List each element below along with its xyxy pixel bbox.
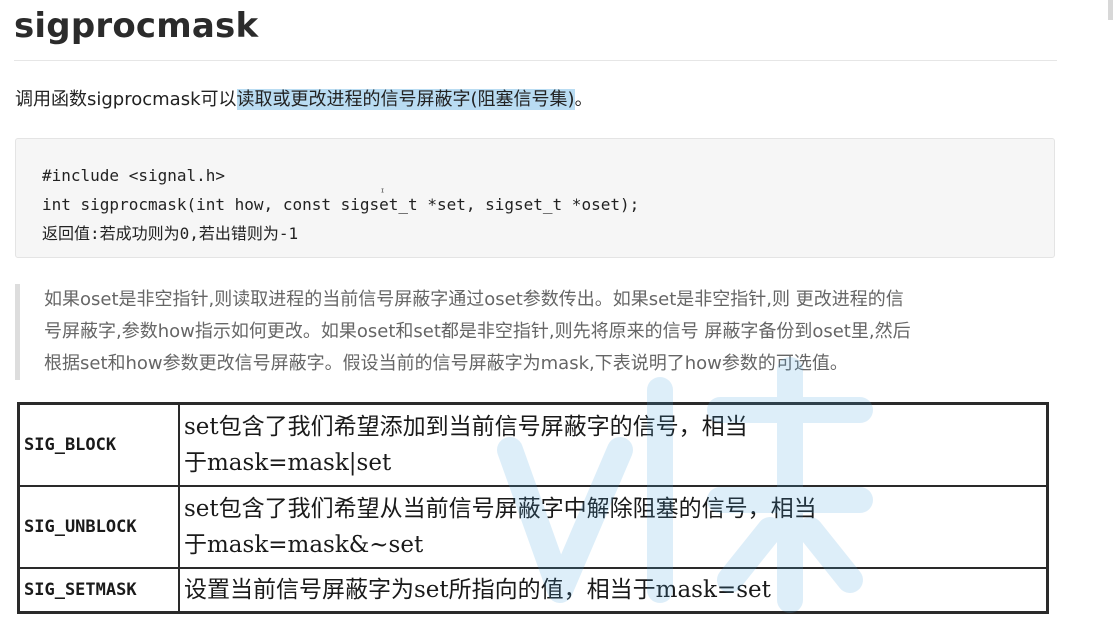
how-constant-cell: SIG_UNBLOCK <box>17 485 180 569</box>
description-line: set包含了我们希望从当前信号屏蔽字中解除阻塞的信号，相当 <box>184 496 817 522</box>
how-description-cell: set包含了我们希望添加到当前信号屏蔽字的信号，相当 于mask=mask|se… <box>178 402 1049 487</box>
text-cursor-icon: ᶦ <box>381 186 385 201</box>
intro-paragraph: 调用函数sigprocmask可以读取或更改进程的信号屏蔽字(阻塞信号集)。 <box>15 86 593 114</box>
blockquote-line: 号屏蔽字,参数how指示如何更改。如果oset和set都是非空指针,则先将原来的… <box>44 321 911 342</box>
blockquote-line: 如果oset是非空指针,则读取进程的当前信号屏蔽字通过oset参数传出。如果se… <box>44 289 904 310</box>
intro-highlighted-text: 读取或更改进程的信号屏蔽字(阻塞信号集) <box>236 89 575 110</box>
intro-text-after: 。 <box>574 89 593 110</box>
how-constant-cell: SIG_SETMASK <box>17 567 180 614</box>
blockquote-line: 根据set和how参数更改信号屏蔽字。假设当前的信号屏蔽字为mask,下表说明了… <box>44 353 848 374</box>
blockquote: 如果oset是非空指针,则读取进程的当前信号屏蔽字通过oset参数传出。如果se… <box>15 284 1045 380</box>
how-values-table: SIG_BLOCK set包含了我们希望添加到当前信号屏蔽字的信号，相当 于ma… <box>17 402 1049 614</box>
how-constant-cell: SIG_BLOCK <box>17 402 180 487</box>
description-line: 设置当前信号屏蔽字为set所指向的值，相当于mask=set <box>184 577 771 603</box>
code-line-prototype: int sigprocmask(int how, const sigset_t … <box>42 195 640 214</box>
description-line: 于mask=mask&~set <box>184 532 424 558</box>
description-line: 于mask=mask|set <box>184 450 392 476</box>
how-description-cell: set包含了我们希望从当前信号屏蔽字中解除阻塞的信号，相当 于mask=mask… <box>178 485 1049 569</box>
code-line-return-value: 返回值:若成功则为0,若出错则为-1 <box>42 224 299 243</box>
description-line: set包含了我们希望添加到当前信号屏蔽字的信号，相当 <box>184 414 748 440</box>
table-row: SIG_BLOCK set包含了我们希望添加到当前信号屏蔽字的信号，相当 于ma… <box>17 402 1049 487</box>
how-description-cell: 设置当前信号屏蔽字为set所指向的值，相当于mask=set <box>178 567 1049 614</box>
intro-text-before: 调用函数sigprocmask可以 <box>15 89 237 110</box>
page-title: sigprocmask <box>14 6 259 46</box>
scrollbar-thumb[interactable] <box>1108 0 1113 20</box>
table-row: SIG_UNBLOCK set包含了我们希望从当前信号屏蔽字中解除阻塞的信号，相… <box>17 485 1049 569</box>
code-block: #include <signal.h> int sigprocmask(int … <box>15 138 1055 258</box>
title-divider <box>14 60 1057 61</box>
table-row: SIG_SETMASK 设置当前信号屏蔽字为set所指向的值，相当于mask=s… <box>17 567 1049 614</box>
code-line-include: #include <signal.h> <box>42 166 226 185</box>
